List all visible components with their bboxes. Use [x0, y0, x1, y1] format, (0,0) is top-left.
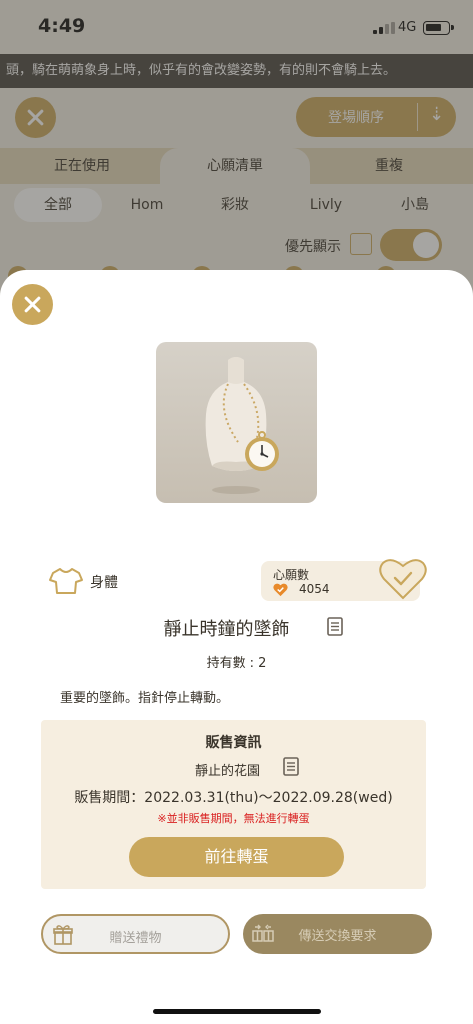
clock-pendant-illustration: [205, 357, 279, 494]
home-indicator[interactable]: [153, 1009, 321, 1014]
owned-label: 持有數: [206, 656, 246, 671]
send-trade-request-button[interactable]: 傳送交換要求: [243, 914, 432, 954]
owned-count-row: 持有數:2: [0, 652, 473, 671]
heart-check-icon: [273, 583, 288, 597]
item-description: 重要的墜飾。指針停止轉動。: [60, 691, 230, 706]
category-label: 身體: [90, 575, 118, 591]
item-detail-sheet: 身體 心願數 4054 靜止時鐘的墜飾 持有數:2 重要的墜飾。指針停止轉動。 …: [0, 270, 473, 1024]
item-image: [156, 342, 317, 503]
send-gift-button[interactable]: 贈送禮物: [41, 914, 230, 954]
send-trade-request-label: 傳送交換要求: [298, 929, 377, 944]
owned-count: 2: [258, 656, 267, 671]
owned-separator: :: [249, 656, 255, 671]
item-title-row: 靜止時鐘的墜飾: [0, 615, 473, 641]
sale-warning-note: ※並非販售期間，無法進行轉蛋: [157, 812, 310, 825]
sale-source-document-icon[interactable]: [283, 757, 299, 776]
sale-source-name: 靜止的花園: [195, 764, 261, 779]
close-button[interactable]: [12, 284, 53, 325]
wish-count-title: 心願數: [273, 568, 310, 582]
wish-count-value: 4054: [299, 582, 330, 596]
item-info-document-icon[interactable]: [327, 617, 343, 636]
sale-info-title: 販售資訊: [205, 735, 262, 751]
sale-period: 販售期間：2022.03.31(thu)〜2022.09.28(wed): [74, 790, 393, 806]
wishlist-heart-button[interactable]: [378, 557, 428, 601]
sale-info-panel: 販售資訊 靜止的花園 販售期間：2022.03.31(thu)〜2022.09.…: [41, 720, 426, 889]
shirt-icon: [49, 568, 83, 594]
send-gift-label: 贈送禮物: [109, 931, 162, 946]
go-to-gacha-button[interactable]: 前往轉蛋: [129, 837, 344, 877]
item-name: 靜止時鐘的墜飾: [163, 619, 290, 640]
